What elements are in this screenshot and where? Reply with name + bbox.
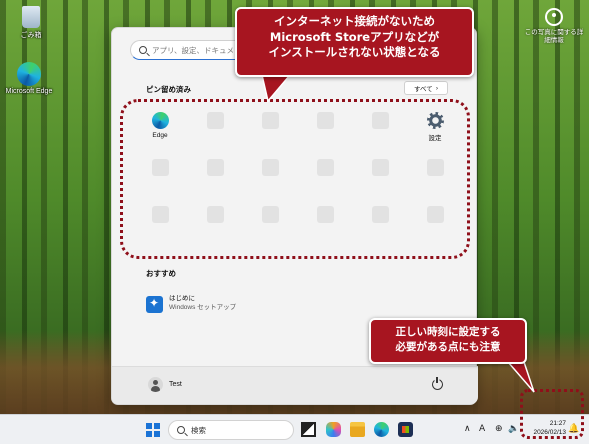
copilot-icon[interactable] bbox=[326, 422, 341, 437]
tray-overflow-chevron[interactable]: ∧ bbox=[464, 424, 471, 434]
callout-line: Microsoft Storeアプリなどが bbox=[269, 29, 440, 44]
user-account-button[interactable]: Test bbox=[148, 377, 182, 392]
desktop-recycle-bin[interactable]: ごみ箱 bbox=[2, 6, 60, 40]
get-started-icon bbox=[146, 295, 163, 313]
desktop-edge[interactable]: Microsoft Edge bbox=[0, 62, 58, 95]
all-apps-button[interactable]: すべて › bbox=[404, 81, 448, 95]
recommended-item-subtitle: Windows セットアップ bbox=[169, 304, 237, 311]
ime-indicator[interactable]: A bbox=[479, 424, 485, 434]
power-icon[interactable] bbox=[432, 377, 443, 390]
search-icon bbox=[177, 426, 185, 434]
edge-icon bbox=[17, 62, 41, 86]
search-icon bbox=[139, 46, 147, 54]
recommended-section-title: おすすめ bbox=[146, 269, 176, 278]
user-name: Test bbox=[169, 381, 182, 388]
avatar bbox=[148, 377, 163, 392]
callout-line: 正しい時刻に設定する bbox=[395, 326, 501, 338]
task-view-icon[interactable] bbox=[301, 422, 316, 437]
taskbar-search-label: 検索 bbox=[191, 425, 206, 435]
pinned-area-highlight bbox=[120, 99, 470, 259]
callout-set-time: 正しい時刻に設定する 必要がある点にも注意 bbox=[369, 318, 527, 364]
callout-line: インストールされない状態となる bbox=[268, 45, 441, 60]
callout-line: 必要がある点にも注意 bbox=[395, 340, 501, 353]
windows-logo-square bbox=[153, 423, 160, 429]
recommended-item-get-started[interactable]: はじめに Windows セットアップ bbox=[146, 292, 296, 316]
windows-logo-square bbox=[153, 430, 160, 437]
all-apps-label: すべて bbox=[414, 86, 433, 93]
start-button[interactable] bbox=[146, 423, 160, 437]
pinned-section-title: ピン留め済み bbox=[146, 85, 191, 94]
network-icon[interactable]: ⊕ bbox=[495, 424, 503, 434]
recycle-bin-icon bbox=[22, 6, 40, 28]
store-icon[interactable] bbox=[398, 422, 413, 437]
windows-logo-square bbox=[146, 430, 152, 437]
taskbar: 検索 ∧ A ⊕ 🔈 21:27 2026/02/13 🔔 bbox=[0, 414, 589, 444]
volume-icon[interactable]: 🔈 bbox=[508, 424, 519, 434]
photo-info-widget[interactable]: この写真に関する詳細情報 bbox=[523, 8, 585, 45]
windows-logo-square bbox=[146, 423, 152, 429]
file-explorer-icon[interactable] bbox=[350, 422, 365, 437]
recommended-item-title: はじめに bbox=[169, 295, 195, 303]
chevron-right-icon: › bbox=[435, 84, 438, 92]
desktop-icon-label: Microsoft Edge bbox=[5, 88, 53, 95]
info-ring-icon bbox=[545, 8, 563, 26]
taskbar-search[interactable]: 検索 bbox=[168, 420, 294, 440]
desktop-icon-label: ごみ箱 bbox=[20, 32, 42, 39]
clock-highlight bbox=[520, 389, 584, 439]
callout-line: インターネット接続がないため bbox=[274, 14, 435, 28]
edge-icon[interactable] bbox=[374, 422, 389, 437]
photo-info-label: この写真に関する詳細情報 bbox=[524, 29, 584, 44]
start-menu-footer: Test bbox=[112, 366, 478, 404]
callout-no-internet: インターネット接続がないため Microsoft Storeアプリなどが インス… bbox=[235, 7, 474, 77]
